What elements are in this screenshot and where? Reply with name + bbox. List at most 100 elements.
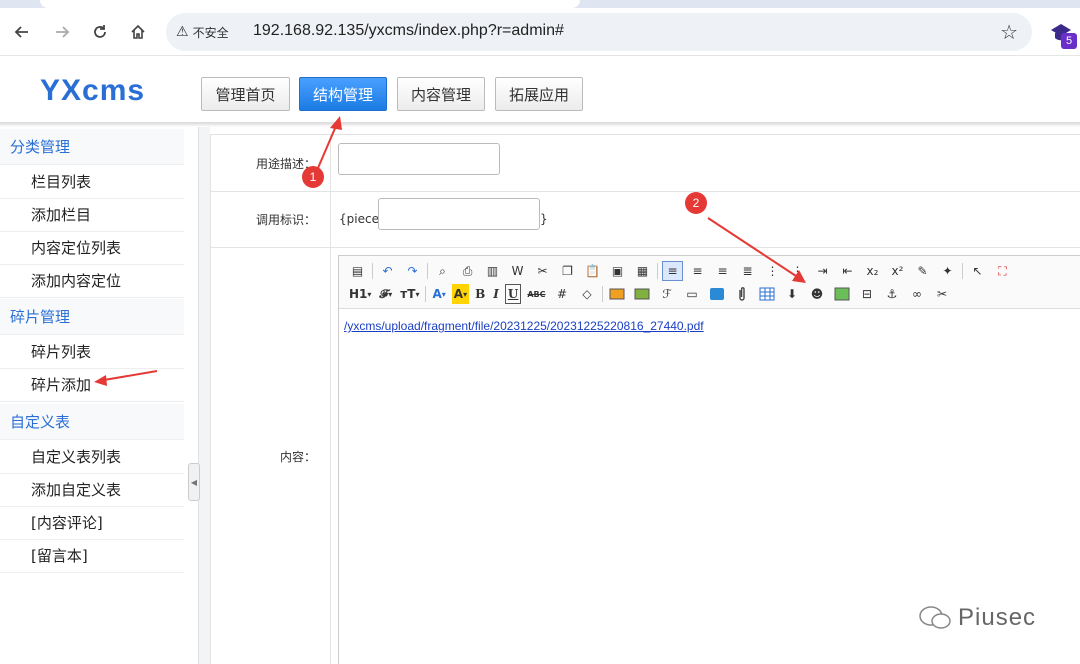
address-bar[interactable]: ⚠ 不安全 192.168.92.135/yxcms/index.php?r=a… — [166, 13, 1032, 51]
font-color-button[interactable]: A ▾ — [430, 284, 447, 304]
url-text[interactable]: 192.168.92.135/yxcms/index.php?r=admin# — [253, 22, 564, 40]
subscript-icon[interactable]: x₂ — [862, 261, 883, 281]
toolbar-separator — [372, 263, 373, 279]
redo-icon[interactable]: ↷ — [402, 261, 423, 281]
sidebar-item-position-list[interactable]: 内容定位列表 — [0, 232, 184, 265]
superscript-icon[interactable]: x² — [887, 261, 908, 281]
bold-button[interactable]: B — [473, 284, 487, 304]
toolbar-separator — [427, 263, 428, 279]
security-label: 不安全 — [192, 25, 229, 40]
select-all-icon[interactable]: ✦ — [937, 261, 958, 281]
underline-button[interactable]: U — [504, 284, 522, 304]
arrow-right-icon[interactable] — [48, 18, 76, 46]
unlink-icon[interactable]: ✂ — [932, 284, 953, 304]
italic-button[interactable]: I — [491, 284, 501, 304]
tag-input[interactable] — [378, 198, 540, 230]
star-icon[interactable]: ☆ — [1000, 20, 1018, 44]
heading-button[interactable]: H1 ▾ — [347, 284, 373, 304]
sidebar-item-fragment-add[interactable]: 碎片添加 — [0, 369, 184, 402]
map-icon[interactable] — [832, 284, 853, 304]
ordered-list-icon[interactable]: ⋮ — [762, 261, 783, 281]
emoticon-icon[interactable]: ☻ — [807, 284, 828, 304]
security-indicator[interactable]: ⚠ 不安全 — [176, 22, 229, 42]
link-icon[interactable]: ∞ — [907, 284, 928, 304]
arrow-left-icon[interactable] — [8, 18, 36, 46]
wechat-icon — [919, 606, 951, 629]
sidebar-group-custom-table[interactable]: 自定义表 — [0, 404, 184, 440]
toolbar-separator — [601, 286, 603, 302]
nav-content[interactable]: 内容管理 — [397, 77, 485, 111]
sidebar-divider — [198, 127, 210, 664]
fullscreen-icon[interactable]: ⛶ — [992, 261, 1013, 281]
print-icon[interactable]: ⎙ — [457, 261, 478, 281]
sidebar-collapse-icon[interactable]: ◀ — [188, 463, 200, 501]
font-size-button[interactable]: тT ▾ — [398, 284, 421, 304]
preview-icon[interactable]: ⌕ — [432, 261, 453, 281]
align-center-icon[interactable]: ≡ — [687, 261, 708, 281]
media-icon[interactable]: ▭ — [682, 284, 703, 304]
unordered-list-icon[interactable]: ⋮ — [787, 261, 808, 281]
sidebar-item-guestbook[interactable]: [留言本] — [0, 540, 184, 573]
clear-format-icon[interactable]: ✎ — [912, 261, 933, 281]
paste-plain-icon[interactable]: ▣ — [607, 261, 628, 281]
align-justify-icon[interactable]: ≣ — [737, 261, 758, 281]
sidebar-item-column-list[interactable]: 栏目列表 — [0, 166, 184, 199]
flash-icon[interactable]: ℱ — [657, 284, 678, 304]
reload-icon[interactable] — [86, 18, 114, 46]
annotation-badge-2: 2 — [685, 192, 707, 214]
align-right-icon[interactable]: ≡ — [712, 261, 733, 281]
sidebar-item-fragment-list[interactable]: 碎片列表 — [0, 336, 184, 369]
paste-word-icon[interactable]: W — [507, 261, 528, 281]
sidebar-item-custom-table-list[interactable]: 自定义表列表 — [0, 441, 184, 474]
font-family-button[interactable]: 𝓕 ▾ — [377, 284, 394, 304]
watermark: Piusec — [918, 604, 1036, 632]
sidebar-item-add-column[interactable]: 添加栏目 — [0, 199, 184, 232]
rich-text-editor[interactable]: ▤ ↶ ↷ ⌕ ⎙ ▥ W ✂ ❐ 📋 ▣ ▦ ≡ ≡ ≡ ≣ ⋮ ⋮ ⇥ ⇤ x₂ x² ✎ ✦ ↖ ⛶ H1 ▾ 𝓕 ▾ тT ▾ … — [338, 255, 1080, 664]
strikethrough-button[interactable]: ABC — [525, 284, 547, 304]
hr-icon[interactable]: ⬇ — [782, 284, 803, 304]
sidebar-item-comments[interactable]: [内容评论] — [0, 507, 184, 540]
description-input[interactable] — [338, 143, 500, 175]
paste-icon[interactable]: 📋 — [582, 261, 603, 281]
table-grid-icon[interactable] — [757, 284, 778, 304]
template-icon[interactable] — [707, 284, 728, 304]
nav-admin-home[interactable]: 管理首页 — [201, 77, 290, 111]
paste-word2-icon[interactable]: ▦ — [632, 261, 653, 281]
page-root: ⚠ 不安全 192.168.92.135/yxcms/index.php?r=a… — [0, 0, 1080, 664]
toolbar-separator — [425, 286, 427, 302]
toolbar-separator — [657, 263, 658, 279]
outdent-icon[interactable]: ⇤ — [837, 261, 858, 281]
source-icon[interactable]: ▤ — [347, 261, 368, 281]
nav-structure[interactable]: 结构管理 — [299, 77, 387, 111]
logo[interactable]: YXcms — [40, 74, 145, 108]
indent-icon[interactable]: ⇥ — [812, 261, 833, 281]
cut-icon[interactable]: ✂ — [532, 261, 553, 281]
anchor-icon[interactable]: ⚓ — [882, 284, 903, 304]
sidebar: 分类管理 栏目列表 添加栏目 内容定位列表 添加内容定位 碎片管理 碎片列表 碎… — [0, 127, 184, 664]
eraser-icon[interactable]: ◇ — [577, 284, 598, 304]
image-batch-icon[interactable] — [632, 284, 653, 304]
sidebar-item-add-position[interactable]: 添加内容定位 — [0, 265, 184, 298]
home-icon[interactable] — [124, 18, 152, 46]
highlight-button[interactable]: A ▾ — [451, 284, 470, 304]
attachment-icon[interactable] — [732, 284, 753, 304]
pointer-icon[interactable]: ↖ — [967, 261, 988, 281]
editor-toolbar-row1: ▤ ↶ ↷ ⌕ ⎙ ▥ W ✂ ❐ 📋 ▣ ▦ ≡ ≡ ≡ ≣ ⋮ ⋮ ⇥ ⇤ x₂ x² ✎ ✦ ↖ ⛶ — [347, 260, 1017, 282]
annotation-badge-1: 1 — [302, 166, 324, 188]
active-tab[interactable] — [40, 0, 580, 8]
image-insert-icon[interactable] — [607, 284, 628, 304]
sidebar-group-category[interactable]: 分类管理 — [0, 129, 184, 165]
table-icon[interactable]: # — [552, 284, 573, 304]
pagebreak-icon[interactable]: ⊟ — [857, 284, 878, 304]
fragment-form: 用途描述： 调用标识： {piece: } 内容： ▤ ↶ ↷ ⌕ ⎙ ▥ W ✂ ❐ 📋 ▣ ▦ ≡ ≡… — [210, 134, 1080, 664]
sidebar-item-add-custom-table[interactable]: 添加自定义表 — [0, 474, 184, 507]
copy-icon[interactable]: ❐ — [557, 261, 578, 281]
sidebar-group-fragment[interactable]: 碎片管理 — [0, 299, 184, 335]
template-icon[interactable]: ▥ — [482, 261, 503, 281]
undo-icon[interactable]: ↶ — [377, 261, 398, 281]
content-label: 内容： — [211, 248, 331, 664]
tag-prefix: {piece: — [339, 212, 383, 226]
nav-extensions[interactable]: 拓展应用 — [495, 77, 583, 111]
attachment-link[interactable]: /yxcms/upload/fragment/file/20231225/202… — [344, 319, 704, 333]
align-left-icon[interactable]: ≡ — [662, 261, 683, 281]
